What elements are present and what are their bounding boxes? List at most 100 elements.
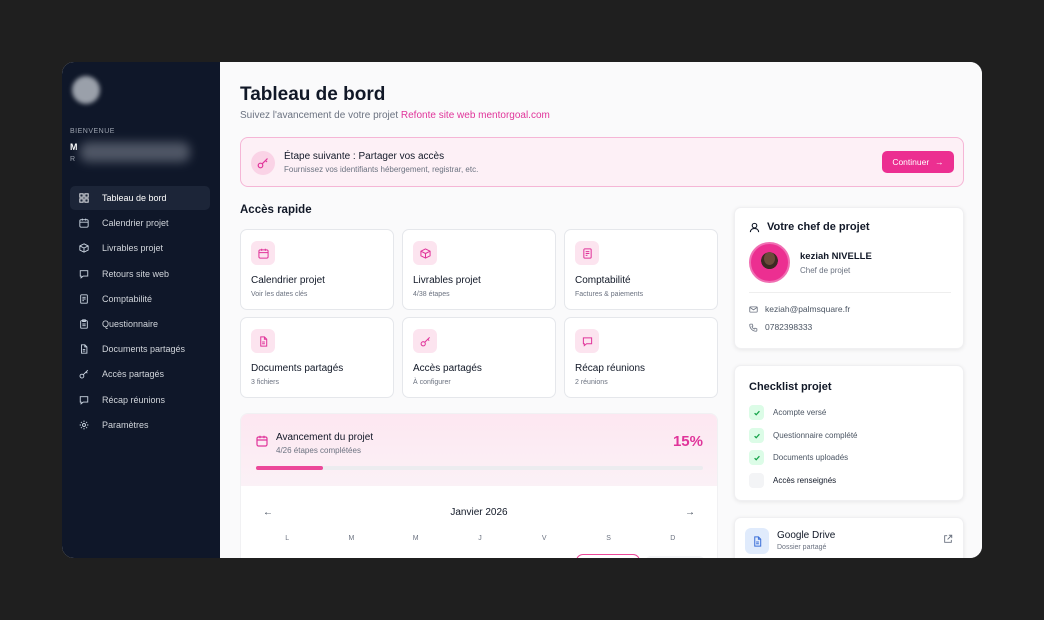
key-icon bbox=[79, 370, 89, 379]
checklist-item-label: Questionnaire complété bbox=[773, 431, 858, 440]
quick-card-sub: Factures & paiements bbox=[575, 291, 644, 298]
quick-card-access[interactable]: Accès partagés À configurer bbox=[402, 317, 556, 398]
sidebar-item-deliverables[interactable]: Livrables projet bbox=[70, 236, 210, 260]
subtitle-text: Suivez l'avancement de votre projet bbox=[240, 110, 399, 121]
sidebar-item-label: Documents partagés bbox=[102, 344, 186, 355]
weekday-label: M bbox=[348, 535, 355, 542]
package-icon bbox=[79, 243, 89, 254]
logo[interactable] bbox=[72, 76, 100, 104]
calendar-day-highlighted[interactable] bbox=[576, 554, 640, 558]
quick-card-calendar[interactable]: Calendrier projet Voir les dates clés bbox=[240, 229, 394, 310]
message-icon bbox=[79, 269, 89, 279]
continue-button-label: Continuer bbox=[892, 157, 930, 167]
email-row[interactable]: keziah@palmsquare.fr bbox=[749, 304, 850, 314]
sidebar-item-meetings[interactable]: Récap réunions bbox=[70, 388, 210, 412]
weekday-label: S bbox=[606, 535, 611, 542]
check-icon bbox=[753, 433, 760, 439]
progress-subtitle: 4/26 étapes complétées bbox=[276, 446, 361, 455]
sidebar-item-label: Paramètres bbox=[102, 419, 149, 430]
sidebar-item-label: Livrables projet bbox=[102, 243, 164, 254]
weekday-label: V bbox=[541, 535, 547, 542]
calendar-weekdays: L M M J V S D bbox=[255, 535, 705, 542]
quick-card-icon-badge bbox=[251, 241, 275, 265]
receipt-icon bbox=[80, 294, 88, 304]
quick-card-sub: 4/38 étapes bbox=[413, 291, 450, 298]
checklist-item-label: Accès renseignés bbox=[773, 476, 837, 485]
gear-icon bbox=[79, 420, 89, 430]
sidebar-item-label: Accès partagés bbox=[102, 369, 165, 380]
checklist-item[interactable]: Accès renseignés bbox=[749, 473, 836, 488]
quick-card-title: Documents partagés bbox=[251, 363, 344, 374]
sidebar-item-label: Récap réunions bbox=[102, 394, 166, 405]
checkbox-unchecked[interactable] bbox=[749, 473, 764, 488]
sidebar-item-label: Calendrier projet bbox=[102, 218, 169, 229]
sidebar-item-settings[interactable]: Paramètres bbox=[70, 413, 210, 437]
project-manager-role: Chef de projet bbox=[800, 266, 851, 275]
chat-icon bbox=[79, 395, 89, 405]
drive-subtitle: Dossier partagé bbox=[777, 544, 827, 551]
project-link[interactable]: Refonte site web mentorgoal.com bbox=[401, 110, 550, 121]
checkbox-checked[interactable] bbox=[749, 428, 764, 443]
calendar-icon bbox=[256, 435, 268, 447]
quick-card-title: Comptabilité bbox=[575, 275, 631, 286]
divider bbox=[749, 292, 951, 293]
weekday-label: J bbox=[478, 535, 482, 542]
dashboard-icon bbox=[79, 193, 89, 203]
phone-row[interactable]: 0782398333 bbox=[749, 322, 812, 332]
sidebar-item-accounting[interactable]: Comptabilité bbox=[70, 287, 210, 311]
quick-card-title: Calendrier projet bbox=[251, 275, 325, 286]
drive-title: Google Drive bbox=[777, 530, 836, 541]
calendar-next-button[interactable]: → bbox=[685, 507, 695, 518]
key-icon bbox=[420, 336, 430, 346]
checklist-item[interactable]: Acompte versé bbox=[749, 405, 826, 420]
quick-card-accounting[interactable]: Comptabilité Factures & paiements bbox=[564, 229, 718, 310]
sidebar-item-access[interactable]: Accès partagés bbox=[70, 362, 210, 386]
quick-card-sub: 3 fichiers bbox=[251, 379, 280, 386]
sidebar: BIENVENUE M R Tableau de bord Calendrier… bbox=[62, 62, 220, 558]
quick-card-sub: 2 réunions bbox=[575, 379, 608, 386]
sidebar-item-label: Tableau de bord bbox=[102, 193, 167, 203]
sidebar-item-dashboard[interactable]: Tableau de bord bbox=[70, 186, 210, 210]
quick-card-meetings[interactable]: Récap réunions 2 réunions bbox=[564, 317, 718, 398]
continue-button[interactable]: Continuer → bbox=[882, 151, 954, 173]
sidebar-item-label: Questionnaire bbox=[102, 318, 159, 329]
checklist-item[interactable]: Documents uploadés bbox=[749, 450, 848, 465]
clipboard-icon bbox=[80, 319, 88, 329]
google-drive-card[interactable]: Google Drive Dossier partagé bbox=[734, 517, 964, 558]
receipt-icon bbox=[582, 247, 592, 259]
progress-percent: 15% bbox=[672, 433, 703, 450]
quick-card-icon-badge bbox=[413, 329, 437, 353]
next-step-banner: Étape suivante : Partager vos accès Four… bbox=[240, 137, 964, 187]
calendar-day-cell[interactable] bbox=[645, 556, 705, 558]
checkbox-checked[interactable] bbox=[749, 405, 764, 420]
quick-card-title: Accès partagés bbox=[413, 363, 482, 374]
checklist-item-label: Acompte versé bbox=[773, 408, 827, 417]
checklist-card: Checklist projet Acompte versé Questionn… bbox=[734, 365, 964, 501]
user-icon bbox=[749, 222, 760, 233]
page-subtitle: Suivez l'avancement de votre projet Refo… bbox=[240, 110, 550, 121]
sidebar-item-calendar[interactable]: Calendrier projet bbox=[70, 211, 210, 235]
check-icon bbox=[753, 455, 760, 461]
progress-bar-track bbox=[256, 466, 703, 470]
sidebar-nav: Tableau de bord Calendrier projet Livrab… bbox=[70, 186, 210, 438]
arrow-right-icon: → bbox=[935, 157, 944, 167]
quick-card-icon-badge bbox=[413, 241, 437, 265]
quick-card-documents[interactable]: Documents partagés 3 fichiers bbox=[240, 317, 394, 398]
checkbox-checked[interactable] bbox=[749, 450, 764, 465]
calendar-icon bbox=[257, 248, 269, 259]
phone-value: 0782398333 bbox=[765, 322, 813, 332]
calendar-icon bbox=[79, 218, 89, 228]
checklist-item[interactable]: Questionnaire complété bbox=[749, 428, 858, 443]
sidebar-item-documents[interactable]: Documents partagés bbox=[70, 337, 210, 361]
external-link-icon[interactable] bbox=[943, 534, 953, 544]
page-title: Tableau de bord bbox=[240, 84, 386, 105]
user-company: R bbox=[70, 156, 76, 163]
project-manager-card: Votre chef de projet keziah NIVELLE Chef… bbox=[734, 207, 964, 349]
quick-card-icon-badge bbox=[575, 241, 599, 265]
quick-card-icon-badge bbox=[251, 329, 275, 353]
quick-card-sub: Voir les dates clés bbox=[251, 291, 308, 298]
progress-bar-fill bbox=[256, 466, 324, 470]
sidebar-item-feedback[interactable]: Retours site web bbox=[70, 262, 210, 286]
sidebar-item-questionnaire[interactable]: Questionnaire bbox=[70, 312, 210, 336]
quick-card-deliverables[interactable]: Livrables projet 4/38 étapes bbox=[402, 229, 556, 310]
